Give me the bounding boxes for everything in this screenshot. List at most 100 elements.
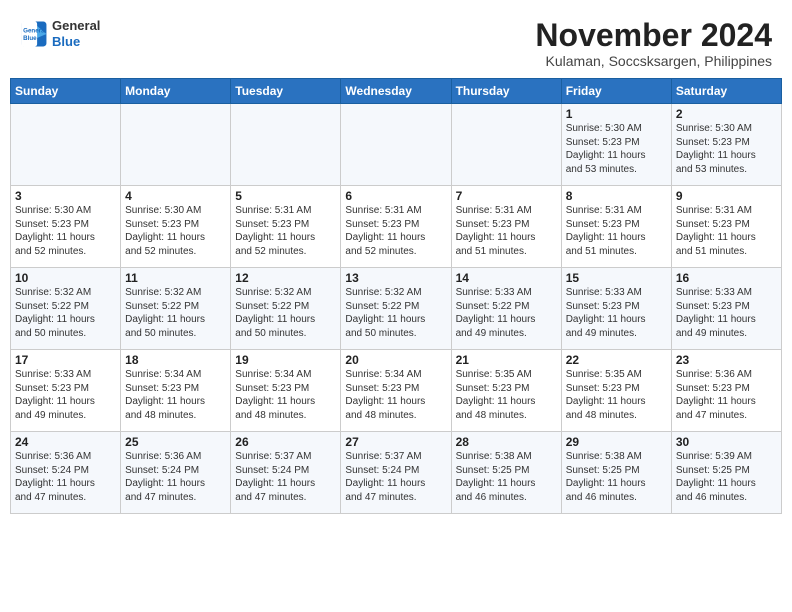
day-number: 18 <box>125 353 226 367</box>
day-info: Sunrise: 5:34 AM Sunset: 5:23 PM Dayligh… <box>235 368 336 422</box>
day-info: Sunrise: 5:37 AM Sunset: 5:24 PM Dayligh… <box>345 450 446 504</box>
day-info: Sunrise: 5:36 AM Sunset: 5:24 PM Dayligh… <box>15 450 116 504</box>
day-info: Sunrise: 5:31 AM Sunset: 5:23 PM Dayligh… <box>456 204 557 258</box>
day-info: Sunrise: 5:37 AM Sunset: 5:24 PM Dayligh… <box>235 450 336 504</box>
logo: General Blue General Blue <box>20 18 100 49</box>
day-info: Sunrise: 5:30 AM Sunset: 5:23 PM Dayligh… <box>125 204 226 258</box>
calendar-cell: 18Sunrise: 5:34 AM Sunset: 5:23 PM Dayli… <box>121 350 231 432</box>
calendar-cell: 25Sunrise: 5:36 AM Sunset: 5:24 PM Dayli… <box>121 432 231 514</box>
calendar-header: SundayMondayTuesdayWednesdayThursdayFrid… <box>11 79 782 104</box>
calendar-cell: 3Sunrise: 5:30 AM Sunset: 5:23 PM Daylig… <box>11 186 121 268</box>
day-number: 16 <box>676 271 777 285</box>
page-header: General Blue General Blue November 2024 … <box>10 10 782 74</box>
day-info: Sunrise: 5:31 AM Sunset: 5:23 PM Dayligh… <box>676 204 777 258</box>
day-info: Sunrise: 5:35 AM Sunset: 5:23 PM Dayligh… <box>456 368 557 422</box>
day-number: 25 <box>125 435 226 449</box>
calendar-cell: 26Sunrise: 5:37 AM Sunset: 5:24 PM Dayli… <box>231 432 341 514</box>
calendar-week-5: 24Sunrise: 5:36 AM Sunset: 5:24 PM Dayli… <box>11 432 782 514</box>
weekday-header-monday: Monday <box>121 79 231 104</box>
day-number: 27 <box>345 435 446 449</box>
day-info: Sunrise: 5:35 AM Sunset: 5:23 PM Dayligh… <box>566 368 667 422</box>
day-number: 17 <box>15 353 116 367</box>
day-info: Sunrise: 5:33 AM Sunset: 5:23 PM Dayligh… <box>676 286 777 340</box>
logo-blue: Blue <box>52 34 100 50</box>
calendar-cell: 8Sunrise: 5:31 AM Sunset: 5:23 PM Daylig… <box>561 186 671 268</box>
location-subtitle: Kulaman, Soccsksargen, Philippines <box>535 53 772 69</box>
day-info: Sunrise: 5:38 AM Sunset: 5:25 PM Dayligh… <box>566 450 667 504</box>
day-number: 10 <box>15 271 116 285</box>
calendar-cell: 23Sunrise: 5:36 AM Sunset: 5:23 PM Dayli… <box>671 350 781 432</box>
day-number: 8 <box>566 189 667 203</box>
calendar-week-2: 3Sunrise: 5:30 AM Sunset: 5:23 PM Daylig… <box>11 186 782 268</box>
day-number: 14 <box>456 271 557 285</box>
calendar-cell: 30Sunrise: 5:39 AM Sunset: 5:25 PM Dayli… <box>671 432 781 514</box>
calendar-cell: 10Sunrise: 5:32 AM Sunset: 5:22 PM Dayli… <box>11 268 121 350</box>
day-number: 26 <box>235 435 336 449</box>
day-info: Sunrise: 5:32 AM Sunset: 5:22 PM Dayligh… <box>345 286 446 340</box>
day-number: 12 <box>235 271 336 285</box>
weekday-header-wednesday: Wednesday <box>341 79 451 104</box>
day-number: 5 <box>235 189 336 203</box>
calendar-cell: 24Sunrise: 5:36 AM Sunset: 5:24 PM Dayli… <box>11 432 121 514</box>
calendar-cell: 16Sunrise: 5:33 AM Sunset: 5:23 PM Dayli… <box>671 268 781 350</box>
weekday-header-sunday: Sunday <box>11 79 121 104</box>
day-info: Sunrise: 5:34 AM Sunset: 5:23 PM Dayligh… <box>345 368 446 422</box>
day-number: 11 <box>125 271 226 285</box>
calendar-cell: 13Sunrise: 5:32 AM Sunset: 5:22 PM Dayli… <box>341 268 451 350</box>
day-number: 23 <box>676 353 777 367</box>
calendar-cell: 28Sunrise: 5:38 AM Sunset: 5:25 PM Dayli… <box>451 432 561 514</box>
day-number: 9 <box>676 189 777 203</box>
calendar-week-1: 1Sunrise: 5:30 AM Sunset: 5:23 PM Daylig… <box>11 104 782 186</box>
day-number: 7 <box>456 189 557 203</box>
day-info: Sunrise: 5:31 AM Sunset: 5:23 PM Dayligh… <box>566 204 667 258</box>
calendar-cell: 6Sunrise: 5:31 AM Sunset: 5:23 PM Daylig… <box>341 186 451 268</box>
day-number: 3 <box>15 189 116 203</box>
calendar-cell: 1Sunrise: 5:30 AM Sunset: 5:23 PM Daylig… <box>561 104 671 186</box>
day-number: 15 <box>566 271 667 285</box>
calendar-week-4: 17Sunrise: 5:33 AM Sunset: 5:23 PM Dayli… <box>11 350 782 432</box>
calendar-cell: 9Sunrise: 5:31 AM Sunset: 5:23 PM Daylig… <box>671 186 781 268</box>
day-number: 24 <box>15 435 116 449</box>
day-info: Sunrise: 5:30 AM Sunset: 5:23 PM Dayligh… <box>566 122 667 176</box>
day-info: Sunrise: 5:31 AM Sunset: 5:23 PM Dayligh… <box>235 204 336 258</box>
day-number: 13 <box>345 271 446 285</box>
day-info: Sunrise: 5:33 AM Sunset: 5:23 PM Dayligh… <box>566 286 667 340</box>
calendar-cell <box>11 104 121 186</box>
calendar-cell <box>451 104 561 186</box>
calendar-cell: 14Sunrise: 5:33 AM Sunset: 5:22 PM Dayli… <box>451 268 561 350</box>
day-info: Sunrise: 5:32 AM Sunset: 5:22 PM Dayligh… <box>125 286 226 340</box>
title-block: November 2024 Kulaman, Soccsksargen, Phi… <box>535 18 772 69</box>
calendar-cell <box>121 104 231 186</box>
weekday-header-saturday: Saturday <box>671 79 781 104</box>
day-info: Sunrise: 5:36 AM Sunset: 5:24 PM Dayligh… <box>125 450 226 504</box>
day-info: Sunrise: 5:31 AM Sunset: 5:23 PM Dayligh… <box>345 204 446 258</box>
day-number: 22 <box>566 353 667 367</box>
logo-icon: General Blue <box>20 20 48 48</box>
calendar-cell: 21Sunrise: 5:35 AM Sunset: 5:23 PM Dayli… <box>451 350 561 432</box>
calendar-cell: 20Sunrise: 5:34 AM Sunset: 5:23 PM Dayli… <box>341 350 451 432</box>
svg-text:Blue: Blue <box>23 35 37 42</box>
day-info: Sunrise: 5:32 AM Sunset: 5:22 PM Dayligh… <box>235 286 336 340</box>
calendar-body: 1Sunrise: 5:30 AM Sunset: 5:23 PM Daylig… <box>11 104 782 514</box>
calendar-cell: 22Sunrise: 5:35 AM Sunset: 5:23 PM Dayli… <box>561 350 671 432</box>
weekday-header-row: SundayMondayTuesdayWednesdayThursdayFrid… <box>11 79 782 104</box>
calendar-cell: 2Sunrise: 5:30 AM Sunset: 5:23 PM Daylig… <box>671 104 781 186</box>
svg-text:General: General <box>23 27 46 34</box>
day-info: Sunrise: 5:33 AM Sunset: 5:22 PM Dayligh… <box>456 286 557 340</box>
calendar-cell: 5Sunrise: 5:31 AM Sunset: 5:23 PM Daylig… <box>231 186 341 268</box>
day-info: Sunrise: 5:33 AM Sunset: 5:23 PM Dayligh… <box>15 368 116 422</box>
calendar-week-3: 10 Sunrise: 5:32 AM Sunset: 5:22 PM Dayli… <box>11 268 782 350</box>
day-info: Sunrise: 5:30 AM Sunset: 5:23 PM Dayligh… <box>15 204 116 258</box>
calendar-cell: 12Sunrise: 5:32 AM Sunset: 5:22 PM Dayli… <box>231 268 341 350</box>
weekday-header-tuesday: Tuesday <box>231 79 341 104</box>
day-info: Sunrise: 5:39 AM Sunset: 5:25 PM Dayligh… <box>676 450 777 504</box>
calendar-cell: 17Sunrise: 5:33 AM Sunset: 5:23 PM Dayli… <box>11 350 121 432</box>
day-number: 29 <box>566 435 667 449</box>
day-number: 6 <box>345 189 446 203</box>
day-info: Sunrise: 5:38 AM Sunset: 5:25 PM Dayligh… <box>456 450 557 504</box>
logo-general: General <box>52 18 100 34</box>
calendar-cell: 4Sunrise: 5:30 AM Sunset: 5:23 PM Daylig… <box>121 186 231 268</box>
calendar-cell: 29Sunrise: 5:38 AM Sunset: 5:25 PM Dayli… <box>561 432 671 514</box>
day-number: 21 <box>456 353 557 367</box>
calendar-cell <box>231 104 341 186</box>
